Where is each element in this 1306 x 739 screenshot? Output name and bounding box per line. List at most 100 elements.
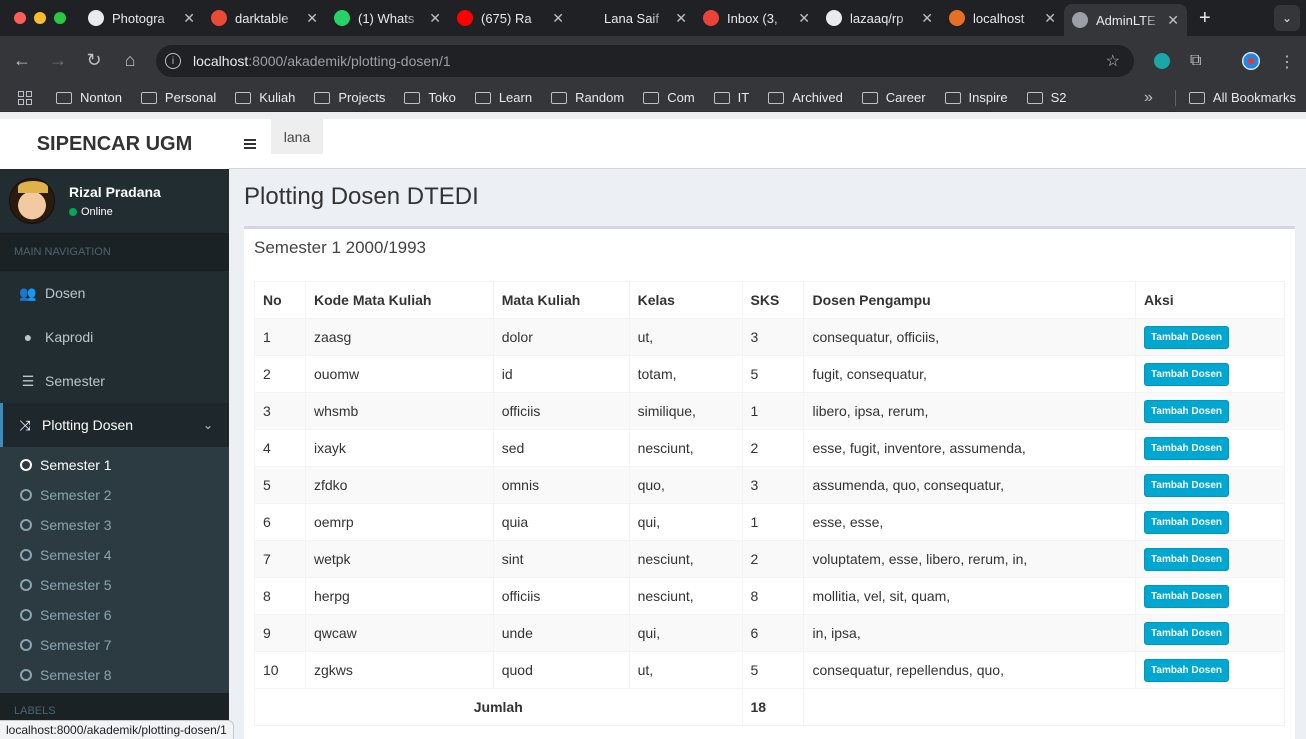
tambah-dosen-button[interactable]: Tambah Dosen	[1144, 362, 1229, 386]
browser-tab[interactable]: AdminLTE ✕	[1064, 4, 1187, 36]
tambah-dosen-button[interactable]: Tambah Dosen	[1144, 658, 1229, 682]
bookmark-folder[interactable]: Kuliah	[235, 90, 295, 105]
action-cell: Tambah Dosen	[1135, 355, 1285, 393]
bookmark-folder[interactable]: Personal	[140, 90, 216, 105]
profile-avatar-icon[interactable]	[1242, 52, 1260, 70]
submenu-item-semester[interactable]: Semester 4	[0, 540, 229, 570]
submenu-item-semester[interactable]: Semester 3	[0, 510, 229, 540]
users-icon: 👥	[19, 284, 37, 301]
browser-tab[interactable]: Inbox (3, ✕	[695, 4, 818, 32]
tab-search-button[interactable]: ⌄	[1274, 5, 1300, 31]
submenu-item-semester[interactable]: Semester 1	[0, 450, 229, 480]
tab-close-icon[interactable]: ✕	[183, 10, 195, 27]
tambah-dosen-button[interactable]: Tambah Dosen	[1144, 325, 1229, 349]
browser-tab[interactable]: Lana Saif ✕	[572, 4, 695, 32]
browser-tab-bar: Photogra ✕ darktable ✕ (1) Whats ✕ (675) Ra ✕ La…	[0, 0, 1306, 36]
circle-icon	[20, 519, 32, 531]
table-cell: libero, ipsa, rerum,	[803, 392, 1137, 430]
bookmark-folder[interactable]: Learn	[474, 90, 532, 105]
sidebar-toggle-button[interactable]	[229, 119, 271, 169]
tambah-dosen-button[interactable]: Tambah Dosen	[1144, 621, 1229, 645]
content-wrapper: Plotting Dosen DTEDI Semester 1 2000/199…	[229, 170, 1306, 739]
extensions-puzzle-icon[interactable]: ⧉	[1190, 52, 1201, 70]
browser-tab[interactable]: (1) Whats ✕	[326, 4, 449, 32]
site-info-icon[interactable]: i	[165, 53, 181, 69]
user-icon: ●	[23, 329, 33, 345]
tab-favicon-icon	[457, 10, 473, 26]
close-window-button[interactable]	[14, 12, 26, 24]
submenu-item-label: Semester 6	[40, 607, 112, 623]
tambah-dosen-button[interactable]: Tambah Dosen	[1144, 547, 1229, 571]
tab-close-icon[interactable]: ✕	[306, 10, 318, 27]
maximize-window-button[interactable]	[54, 12, 66, 24]
app-logo[interactable]: SIPENCAR UGM	[0, 119, 229, 169]
bookmark-folder[interactable]: Com	[643, 90, 695, 105]
bookmark-folder[interactable]: Archived	[768, 90, 843, 105]
plotting-box: Semester 1 2000/1993 No Kode Mata Kuliah M…	[244, 226, 1295, 739]
submenu-item-label: Semester 4	[40, 547, 112, 563]
submenu-item-semester[interactable]: Semester 7	[0, 630, 229, 660]
tab-close-icon[interactable]: ✕	[429, 10, 441, 27]
tambah-dosen-button[interactable]: Tambah Dosen	[1144, 436, 1229, 460]
bookmark-star-icon[interactable]: ☆	[1106, 51, 1120, 71]
bookmark-label: Inspire	[968, 90, 1008, 105]
bookmark-folder[interactable]: Random	[551, 90, 624, 105]
user-status-label: Online	[81, 206, 113, 218]
bookmark-folder[interactable]: S2	[1026, 90, 1066, 105]
tab-close-icon[interactable]: ✕	[1044, 10, 1056, 27]
tambah-dosen-button[interactable]: Tambah Dosen	[1144, 399, 1229, 423]
sidebar-item-plotting-dosen[interactable]: ⤨ Plotting Dosen ⌄	[0, 403, 229, 447]
bookmark-folder[interactable]: IT	[713, 90, 749, 105]
submenu-item-semester[interactable]: Semester 5	[0, 570, 229, 600]
browser-menu-icon[interactable]: ⋮	[1279, 52, 1295, 72]
tab-favicon-icon	[703, 10, 719, 26]
sidebar-item-kaprodi[interactable]: ● Kaprodi	[0, 315, 229, 359]
tab-close-icon[interactable]: ✕	[798, 10, 810, 27]
submenu-item-semester[interactable]: Semester 8	[0, 660, 229, 690]
browser-tab[interactable]: localhost ✕	[941, 4, 1064, 32]
all-bookmarks-button[interactable]: All Bookmarks	[1188, 90, 1296, 105]
tab-close-icon[interactable]: ✕	[675, 10, 687, 27]
extension-avatar-icon[interactable]	[1154, 53, 1170, 69]
tambah-dosen-button[interactable]: Tambah Dosen	[1144, 584, 1229, 608]
sidebar-item-dosen[interactable]: 👥 Dosen	[0, 271, 229, 315]
back-icon[interactable]: ←	[4, 50, 40, 71]
tab-close-icon[interactable]: ✕	[921, 10, 933, 27]
more-bookmarks-icon[interactable]: »	[1144, 89, 1153, 107]
submenu-item-semester[interactable]: Semester 6	[0, 600, 229, 630]
forward-icon[interactable]: →	[40, 50, 76, 71]
tab-favicon-icon	[826, 10, 842, 26]
sidebar-item-semester[interactable]: ☰ Semester	[0, 359, 229, 403]
submenu-item-label: Semester 7	[40, 637, 112, 653]
bookmark-folder[interactable]: Career	[861, 90, 926, 105]
tab-close-icon[interactable]: ✕	[1167, 12, 1179, 29]
bookmark-folder[interactable]: Inspire	[944, 90, 1008, 105]
bookmark-label: Kuliah	[259, 90, 296, 105]
home-icon[interactable]: ⌂	[112, 50, 148, 71]
new-tab-button[interactable]: +	[1199, 7, 1211, 30]
column-header: Dosen Pengampu	[803, 281, 1137, 319]
browser-tab[interactable]: lazaaq/rp ✕	[818, 4, 941, 32]
tambah-dosen-button[interactable]: Tambah Dosen	[1144, 473, 1229, 497]
reload-icon[interactable]: ↻	[76, 50, 112, 71]
bookmark-folder[interactable]: Projects	[314, 90, 385, 105]
minimize-window-button[interactable]	[34, 12, 46, 24]
user-menu-tab[interactable]: lana	[271, 119, 323, 154]
browser-tab[interactable]: darktable ✕	[203, 4, 326, 32]
apps-grid-icon[interactable]	[18, 90, 32, 105]
browser-tab[interactable]: (675) Ra ✕	[449, 4, 572, 32]
tab-close-icon[interactable]: ✕	[552, 10, 564, 27]
folder-icon	[713, 91, 730, 104]
address-bar[interactable]: i localhost:8000/akademik/plotting-dosen…	[156, 45, 1134, 77]
bookmark-folder[interactable]: Nonton	[56, 90, 122, 105]
chevron-down-icon: ⌄	[202, 418, 213, 432]
bookmark-folder[interactable]: Toko	[404, 90, 456, 105]
table-cell: 10	[254, 651, 306, 689]
tab-favicon-icon	[334, 10, 350, 26]
submenu-item-label: Semester 3	[40, 517, 112, 533]
table-cell: zfdko	[304, 466, 494, 504]
submenu-item-semester[interactable]: Semester 2	[0, 480, 229, 510]
browser-tab[interactable]: Photogra ✕	[80, 4, 203, 32]
circle-icon	[20, 669, 32, 681]
tambah-dosen-button[interactable]: Tambah Dosen	[1144, 510, 1229, 534]
